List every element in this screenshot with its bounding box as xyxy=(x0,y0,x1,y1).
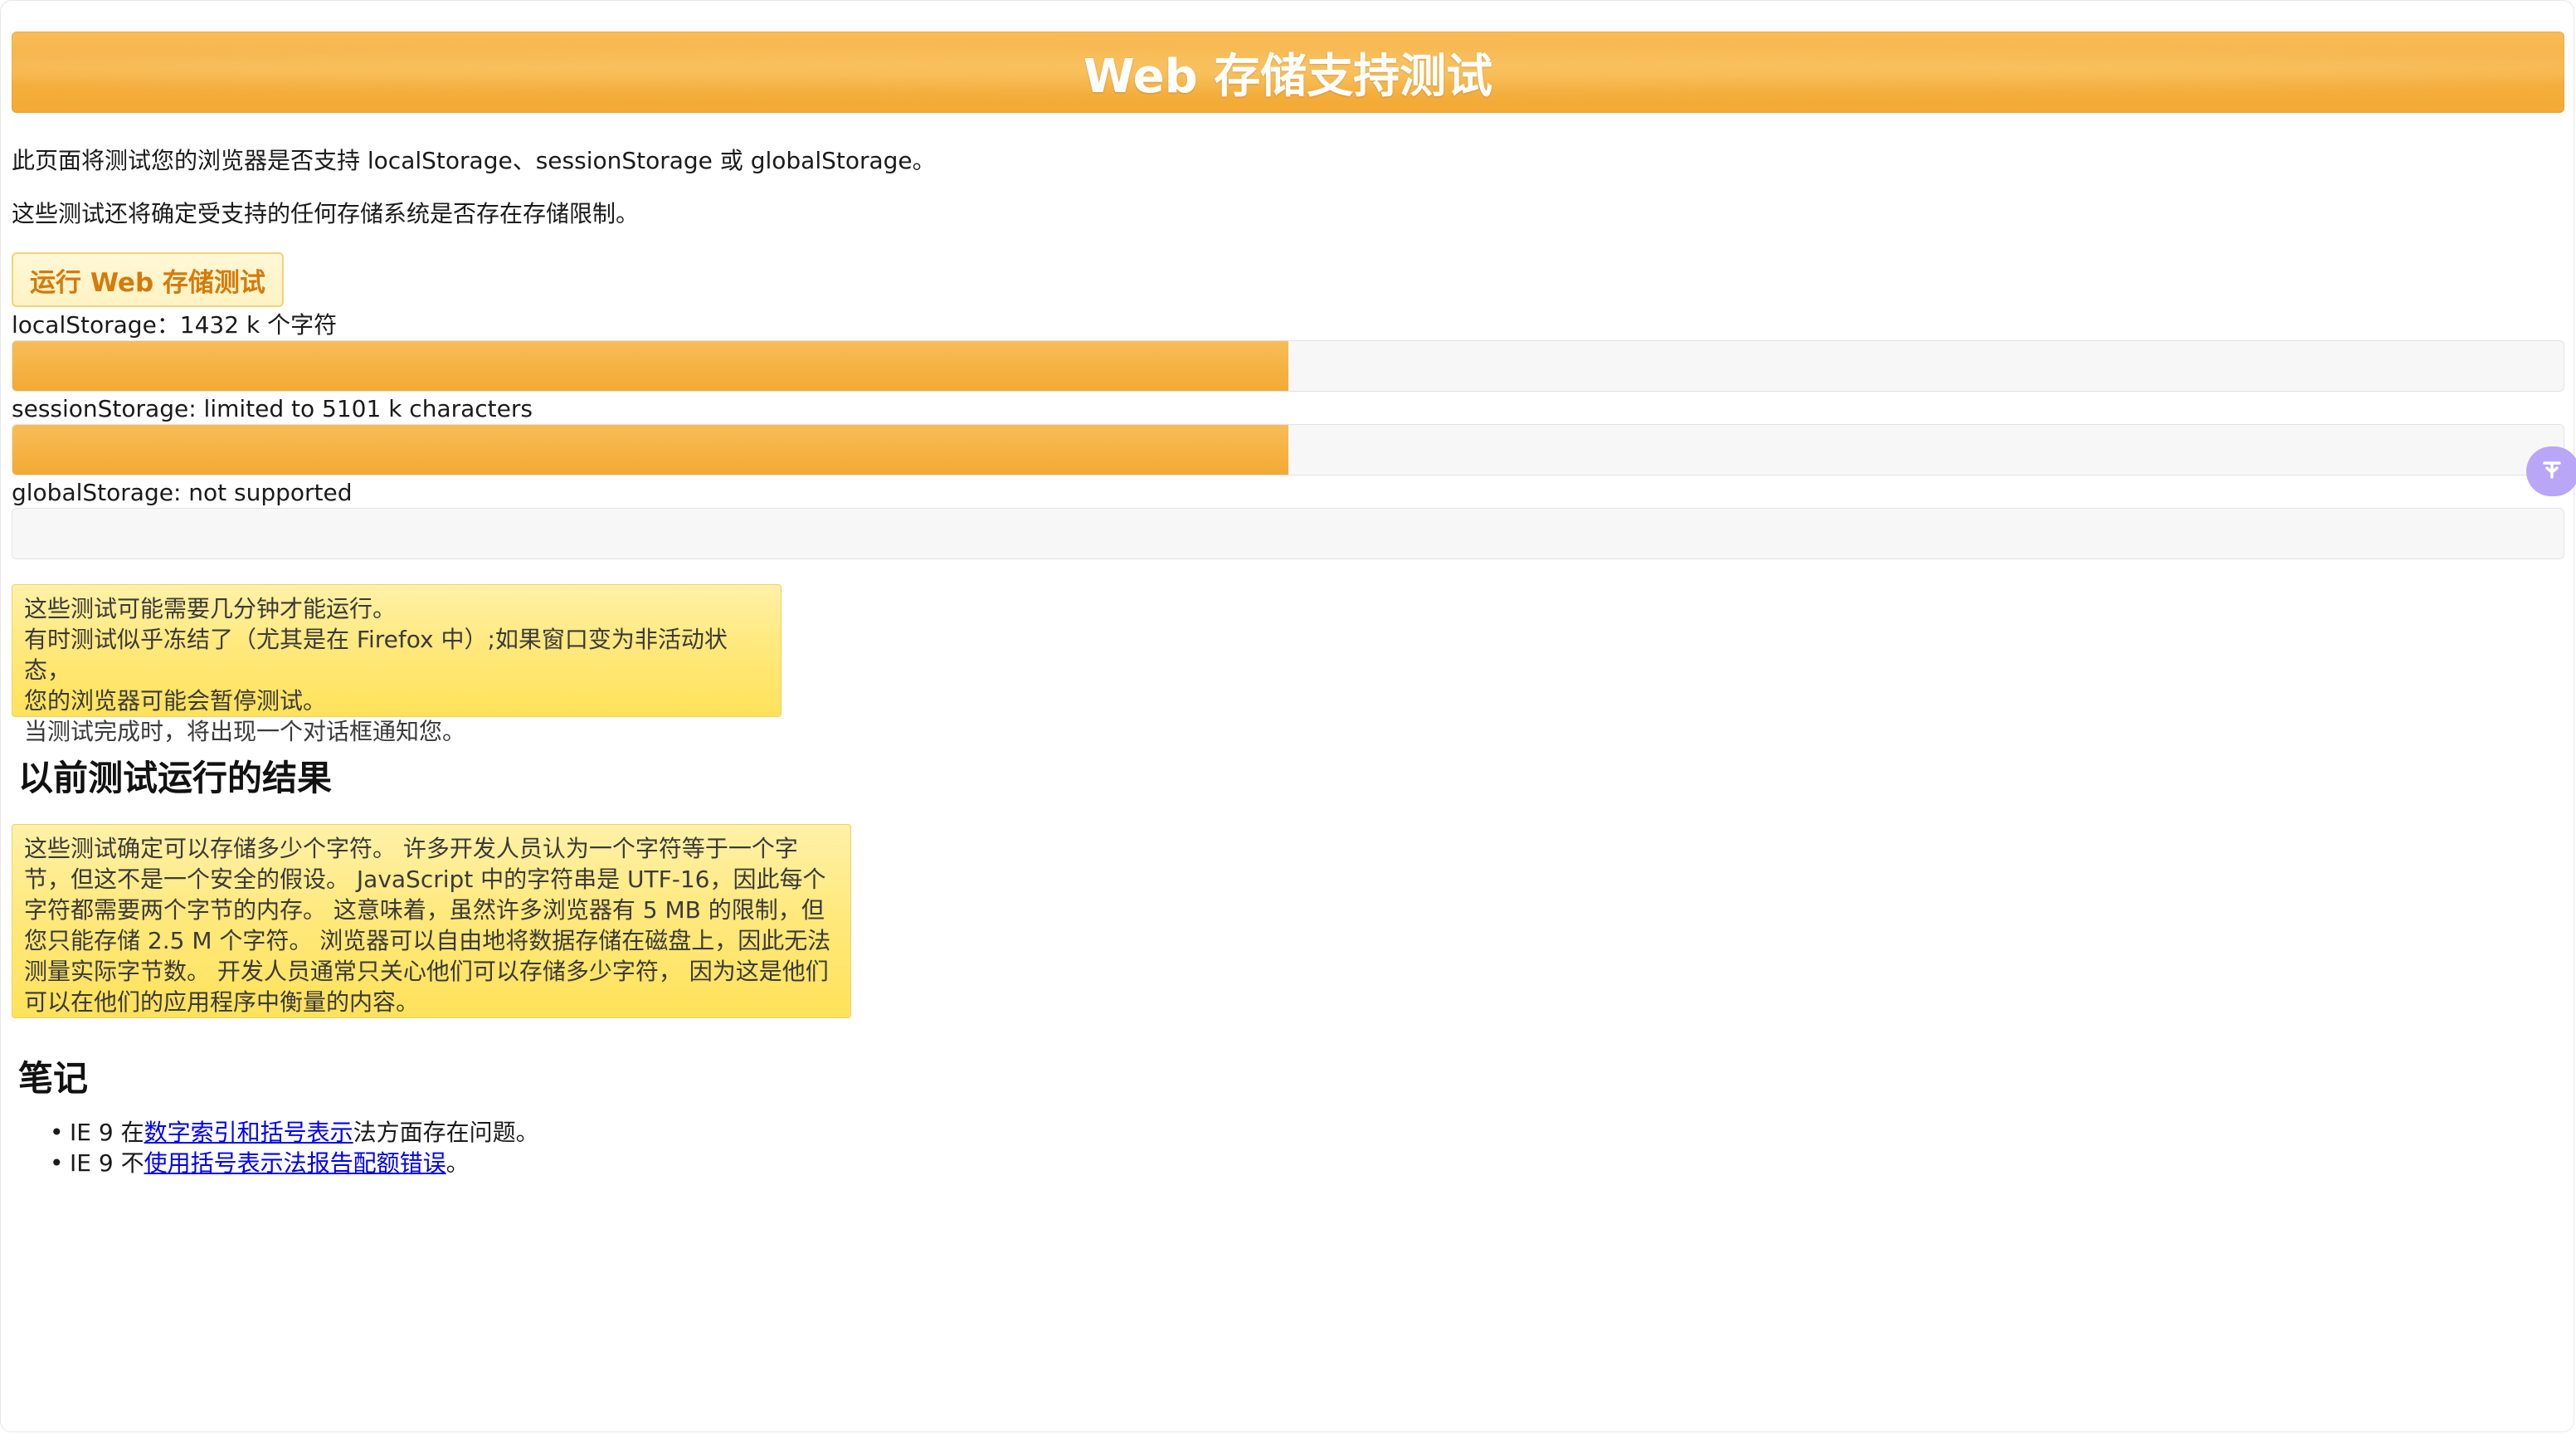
translate-widget-button[interactable] xyxy=(2526,446,2576,496)
notes-heading: 笔记 xyxy=(18,1058,89,1099)
note-prefix: IE 9 不 xyxy=(70,1149,144,1177)
session-storage-label: sessionStorage: limited to 5101 k charac… xyxy=(12,395,533,422)
results-line: 可以在他们的应用程序中衡量的内容。 xyxy=(24,988,420,1016)
notice-line: 您的浏览器可能会暂停测试。 xyxy=(24,687,327,715)
global-storage-progress-bar xyxy=(12,508,2564,559)
run-storage-test-button[interactable]: 运行 Web 存储测试 xyxy=(12,252,284,307)
results-line: 节，但这不是一个安全的假设。 JavaScript 中的字符串是 UTF-16，… xyxy=(24,866,826,893)
page-header: Web 存储支持测试 xyxy=(12,32,2564,113)
intro-paragraph-1: 此页面将测试您的浏览器是否支持 localStorage、sessionStor… xyxy=(12,147,936,174)
list-item: IE 9 在数字索引和括号表示法方面存在问题。 xyxy=(50,1117,539,1148)
quota-error-link[interactable]: 使用括号表示法报告配额错误 xyxy=(144,1149,446,1177)
results-line: 测量实际字节数。 开发人员通常只关心他们可以存储多少字符， 因为这是他们 xyxy=(24,958,829,985)
local-storage-progress-fill xyxy=(12,341,1288,391)
notice-line: 有时测试似乎冻结了（尤其是在 Firefox 中）;如果窗口变为非活动状态， xyxy=(24,626,728,684)
local-storage-progress-bar xyxy=(12,340,2564,392)
notice-line: 这些测试可能需要几分钟才能运行。 xyxy=(24,595,397,622)
translate-icon xyxy=(2539,457,2564,485)
note-suffix: 法方面存在问题。 xyxy=(353,1119,539,1146)
previous-results-heading: 以前测试运行的结果 xyxy=(18,758,333,798)
session-storage-progress-bar xyxy=(12,424,2564,476)
numeric-index-link[interactable]: 数字索引和括号表示 xyxy=(144,1119,353,1146)
results-line: 您只能存储 2.5 M 个字符。 浏览器可以自由地将数据存储在磁盘上，因此无法 xyxy=(24,927,831,954)
previous-results-box: 这些测试确定可以存储多少个字符。 许多开发人员认为一个字符等于一个字 节，但这不… xyxy=(12,824,851,1018)
note-suffix: 。 xyxy=(446,1149,470,1177)
notice-line: 当测试完成时，将出现一个对话框通知您。 xyxy=(24,718,466,745)
test-notice-box: 这些测试可能需要几分钟才能运行。 有时测试似乎冻结了（尤其是在 Firefox … xyxy=(12,584,782,745)
page-title: Web 存储支持测试 xyxy=(1083,49,1493,104)
session-storage-progress-fill xyxy=(12,425,1288,475)
local-storage-label: localStorage：1432 k 个字符 xyxy=(12,311,338,339)
results-line: 这些测试确定可以存储多少个字符。 许多开发人员认为一个字符等于一个字 xyxy=(24,835,798,862)
global-storage-label: globalStorage: not supported xyxy=(12,479,353,506)
intro-paragraph-2: 这些测试还将确定受支持的任何存储系统是否存在存储限制。 xyxy=(12,200,640,227)
note-prefix: IE 9 在 xyxy=(70,1119,144,1146)
results-line: 字符都需要两个字节的内存。 这意味着，虽然许多浏览器有 5 MB 的限制，但 xyxy=(24,896,825,924)
list-item: IE 9 不使用括号表示法报告配额错误。 xyxy=(50,1148,539,1178)
notes-list: IE 9 在数字索引和括号表示法方面存在问题。 IE 9 不使用括号表示法报告配… xyxy=(50,1117,539,1178)
